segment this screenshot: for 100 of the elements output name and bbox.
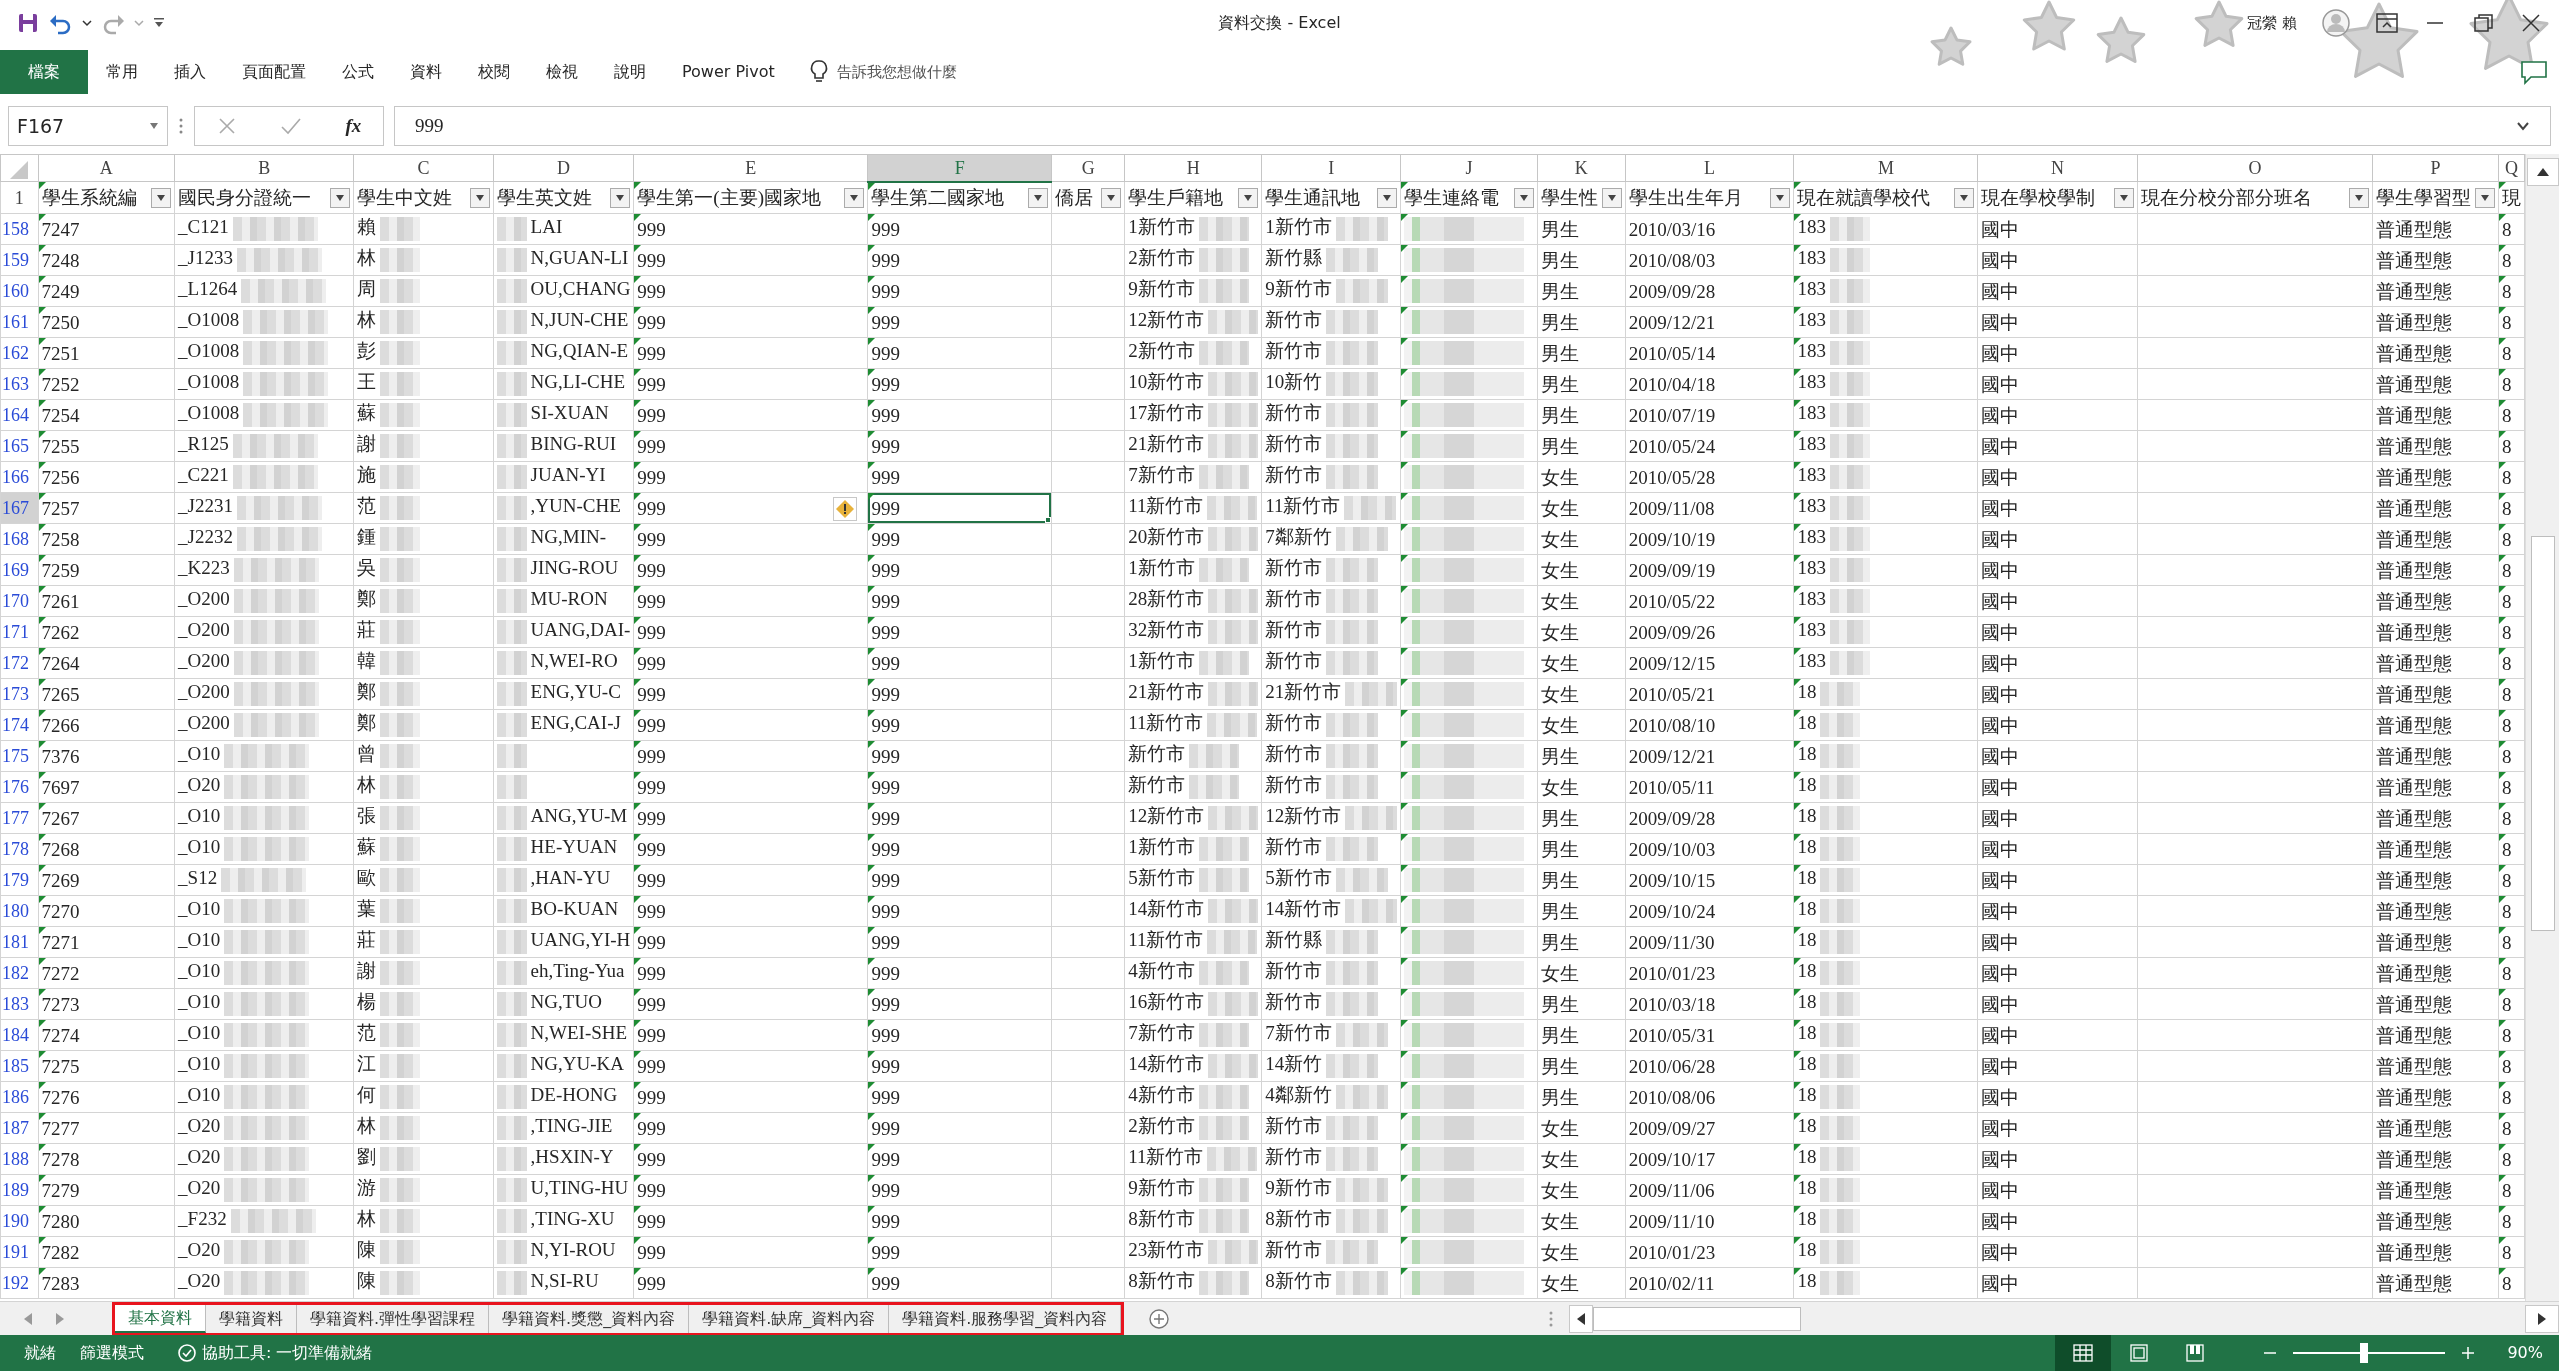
column-letter[interactable]: J — [1400, 154, 1538, 182]
column-letter[interactable]: P — [2372, 154, 2499, 182]
expand-icon[interactable] — [2516, 121, 2530, 131]
filter-button[interactable] — [1101, 187, 1122, 208]
row-number[interactable]: 164 — [0, 399, 39, 431]
row-number[interactable]: 188 — [0, 1143, 39, 1175]
filter-button[interactable] — [1028, 187, 1049, 208]
row-number[interactable]: 159 — [0, 244, 39, 276]
sheet-tab[interactable]: 學籍資料.彈性學習課程 — [297, 1304, 490, 1333]
filter-button[interactable] — [1770, 187, 1791, 208]
column-letter[interactable]: Q — [2498, 154, 2525, 182]
row-number[interactable]: 173 — [0, 678, 39, 710]
filter-button[interactable] — [2113, 187, 2134, 208]
column-letter[interactable]: C — [353, 154, 494, 182]
column-letter[interactable]: L — [1625, 154, 1794, 182]
formula-field[interactable]: 999 — [394, 106, 2551, 146]
save-icon[interactable] — [16, 11, 40, 35]
ribbon-tab[interactable]: 檢視 — [528, 50, 596, 94]
filter-button[interactable] — [330, 187, 351, 208]
zoom-in-icon[interactable] — [2461, 1346, 2476, 1360]
row-number[interactable]: 190 — [0, 1205, 39, 1237]
column-letter[interactable]: N — [1977, 154, 2138, 182]
row-number[interactable]: 189 — [0, 1174, 39, 1206]
close-icon[interactable] — [2519, 12, 2543, 34]
row-number[interactable]: 183 — [0, 988, 39, 1020]
restore-icon[interactable] — [2471, 12, 2495, 34]
row-number[interactable]: 168 — [0, 523, 39, 555]
slider-thumb[interactable] — [2360, 1343, 2369, 1363]
scroll-left-button[interactable] — [1569, 1304, 1593, 1333]
filter-button[interactable] — [1513, 187, 1534, 208]
filter-button[interactable] — [1238, 187, 1259, 208]
row-number[interactable]: 185 — [0, 1050, 39, 1082]
row-number[interactable]: 179 — [0, 864, 39, 896]
filter-button[interactable] — [2349, 187, 2370, 208]
column-letter[interactable]: B — [174, 154, 354, 182]
row-number[interactable]: 175 — [0, 740, 39, 772]
row-number[interactable]: 178 — [0, 833, 39, 865]
caret-icon[interactable] — [82, 19, 92, 27]
scroll-up-button[interactable] — [2526, 158, 2559, 186]
avatar-icon[interactable] — [2321, 8, 2351, 38]
ribbon-tab[interactable]: Power Pivot — [664, 50, 793, 94]
row-number[interactable]: 163 — [0, 368, 39, 400]
sheet-tab[interactable]: 基本資料 — [115, 1304, 206, 1333]
row-number[interactable]: 184 — [0, 1019, 39, 1051]
sheet-tab[interactable]: 學籍資料.缺席_資料內容 — [689, 1304, 890, 1333]
row-number[interactable]: 187 — [0, 1112, 39, 1144]
row-number[interactable]: 174 — [0, 709, 39, 741]
ribbon-tab[interactable]: 校閱 — [460, 50, 528, 94]
row-number[interactable]: 191 — [0, 1236, 39, 1268]
column-letter[interactable]: G — [1051, 154, 1125, 182]
row-number[interactable]: 182 — [0, 957, 39, 989]
row-number[interactable]: 180 — [0, 895, 39, 927]
filter-button[interactable] — [610, 187, 631, 208]
ribbon-tab[interactable]: 檔案 — [0, 50, 88, 94]
row-number[interactable]: 170 — [0, 585, 39, 617]
sheet-tab[interactable]: 學籍資料.獎懲_資料內容 — [489, 1304, 690, 1333]
filter-button[interactable] — [151, 187, 172, 208]
ribbon-tab[interactable]: 說明 — [596, 50, 664, 94]
row-number[interactable]: 161 — [0, 306, 39, 338]
ribbon-tab[interactable]: 公式 — [324, 50, 392, 94]
ribbon-display-icon[interactable] — [2375, 12, 2399, 34]
row-number[interactable]: 165 — [0, 430, 39, 462]
column-letter[interactable]: H — [1124, 154, 1262, 182]
filter-button[interactable] — [844, 187, 865, 208]
filter-button[interactable] — [1377, 187, 1398, 208]
customize-icon[interactable] — [152, 17, 166, 29]
ribbon-tab[interactable]: 資料 — [392, 50, 460, 94]
filter-button[interactable] — [2475, 187, 2496, 208]
warning-icon[interactable] — [833, 497, 858, 521]
row-number[interactable]: 158 — [0, 213, 39, 245]
name-box[interactable]: F167 — [8, 106, 168, 146]
lightbulb-icon[interactable] — [808, 59, 829, 85]
accessibility-status[interactable]: 協助工具: 一切準備就緒 — [202, 1341, 373, 1365]
column-letter[interactable]: M — [1793, 154, 1978, 182]
row-number[interactable]: 172 — [0, 647, 39, 679]
comment-icon[interactable] — [2519, 59, 2549, 85]
row-number[interactable]: 167 — [0, 492, 39, 524]
column-letter[interactable]: D — [493, 154, 634, 182]
insert-function-button[interactable]: fx — [345, 111, 362, 141]
row-number[interactable]: 192 — [0, 1267, 39, 1299]
column-letter[interactable]: O — [2137, 154, 2373, 182]
column-letter[interactable]: I — [1261, 154, 1401, 182]
ribbon-tab[interactable]: 頁面配置 — [224, 50, 324, 94]
row-number[interactable]: 171 — [0, 616, 39, 648]
drag-handle-icon[interactable] — [178, 116, 184, 136]
scroll-thumb[interactable] — [2530, 536, 2555, 931]
ribbon-tab[interactable]: 插入 — [156, 50, 224, 94]
row-number[interactable]: 177 — [0, 802, 39, 834]
row-number[interactable]: 162 — [0, 337, 39, 369]
filter-button[interactable] — [469, 187, 490, 208]
add-sheet-icon[interactable] — [1148, 1307, 1171, 1330]
filter-button[interactable] — [1601, 187, 1622, 208]
row-number[interactable]: 181 — [0, 926, 39, 958]
column-letter[interactable]: E — [633, 154, 868, 182]
column-letter[interactable]: F — [867, 154, 1052, 182]
zoom-level[interactable]: 90% — [2507, 1341, 2543, 1365]
scroll-right-button[interactable] — [2525, 1304, 2559, 1333]
fill-handle[interactable] — [1045, 517, 1051, 523]
filter-button[interactable] — [1954, 187, 1975, 208]
row-number[interactable]: 160 — [0, 275, 39, 307]
